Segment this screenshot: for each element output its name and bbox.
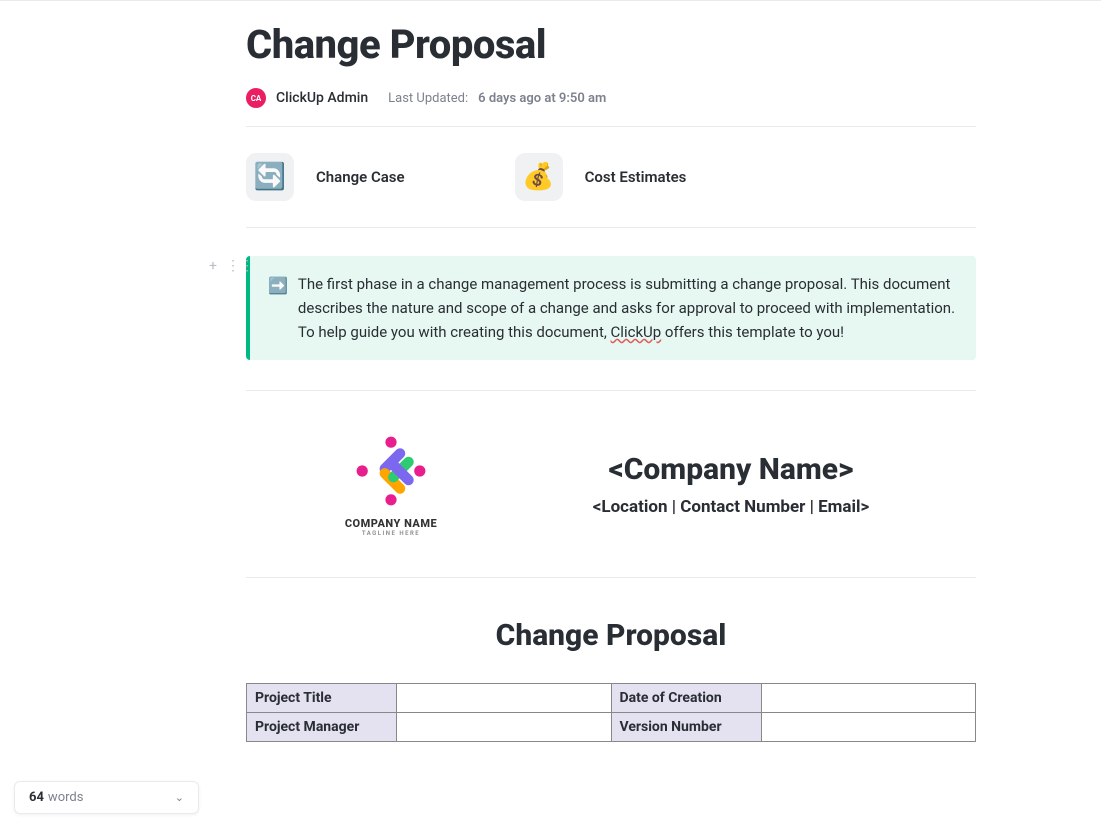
callout-block[interactable]: ➡️ The first phase in a change managemen… — [246, 256, 976, 360]
cell-version-number-label[interactable]: Version Number — [611, 713, 761, 742]
card-label: Cost Estimates — [585, 168, 687, 186]
card-label: Change Case — [316, 168, 405, 186]
cell-date-creation-label[interactable]: Date of Creation — [611, 684, 761, 713]
cell-version-number-value[interactable] — [761, 713, 976, 742]
subpage-cards: 🔄 Change Case 💰 Cost Estimates — [246, 127, 976, 227]
chevron-down-icon: ⌄ — [175, 791, 184, 804]
company-header: COMPANY NAME TAGLINE HERE <Company Name>… — [246, 391, 976, 577]
callout-text-after: offers this template to you! — [661, 323, 844, 341]
table-row: Project Manager Version Number — [247, 713, 976, 742]
author-name[interactable]: ClickUp Admin — [276, 90, 368, 106]
author-avatar[interactable]: CA — [246, 88, 266, 108]
cell-project-manager-label[interactable]: Project Manager — [247, 713, 397, 742]
drag-handle-icon[interactable]: ⋮⋮ — [226, 258, 240, 274]
subpage-card-cost-estimates[interactable]: 💰 Cost Estimates — [515, 153, 687, 201]
last-updated-label: Last Updated: — [388, 91, 468, 106]
recycle-icon: 🔄 — [246, 153, 294, 201]
cell-date-creation-value[interactable] — [761, 684, 976, 713]
company-logo[interactable]: COMPANY NAME TAGLINE HERE — [306, 431, 476, 537]
section-title[interactable]: Change Proposal — [246, 578, 976, 683]
clickup-link[interactable]: ClickUp — [611, 323, 662, 341]
doc-meta: CA ClickUp Admin Last Updated: 6 days ag… — [246, 88, 976, 108]
table-row: Project Title Date of Creation — [247, 684, 976, 713]
logo-company-name: COMPANY NAME — [306, 517, 476, 530]
word-counter[interactable]: 64 words ⌄ — [14, 781, 199, 814]
block-gutter: + ⋮⋮ — [206, 258, 240, 274]
last-updated-value: 6 days ago at 9:50 am — [478, 91, 606, 106]
add-block-icon[interactable]: + — [206, 258, 220, 274]
company-name-placeholder[interactable]: <Company Name> — [486, 452, 976, 487]
page-title[interactable]: Change Proposal — [246, 21, 976, 68]
subpage-card-change-case[interactable]: 🔄 Change Case — [246, 153, 405, 201]
logo-tagline: TAGLINE HERE — [306, 530, 476, 537]
callout-text[interactable]: The first phase in a change management p… — [298, 272, 958, 344]
word-count-label: words — [48, 790, 84, 805]
cell-project-title-value[interactable] — [397, 684, 612, 713]
project-info-table[interactable]: Project Title Date of Creation Project M… — [246, 683, 976, 742]
company-contact-placeholder[interactable]: <Location | Contact Number | Email> — [486, 497, 976, 517]
logo-icon — [351, 431, 431, 511]
cell-project-title-label[interactable]: Project Title — [247, 684, 397, 713]
cell-project-manager-value[interactable] — [397, 713, 612, 742]
arrow-right-icon: ➡️ — [268, 273, 288, 344]
money-bag-icon: 💰 — [515, 153, 563, 201]
divider — [246, 227, 976, 228]
word-count-number: 64 — [29, 790, 44, 805]
